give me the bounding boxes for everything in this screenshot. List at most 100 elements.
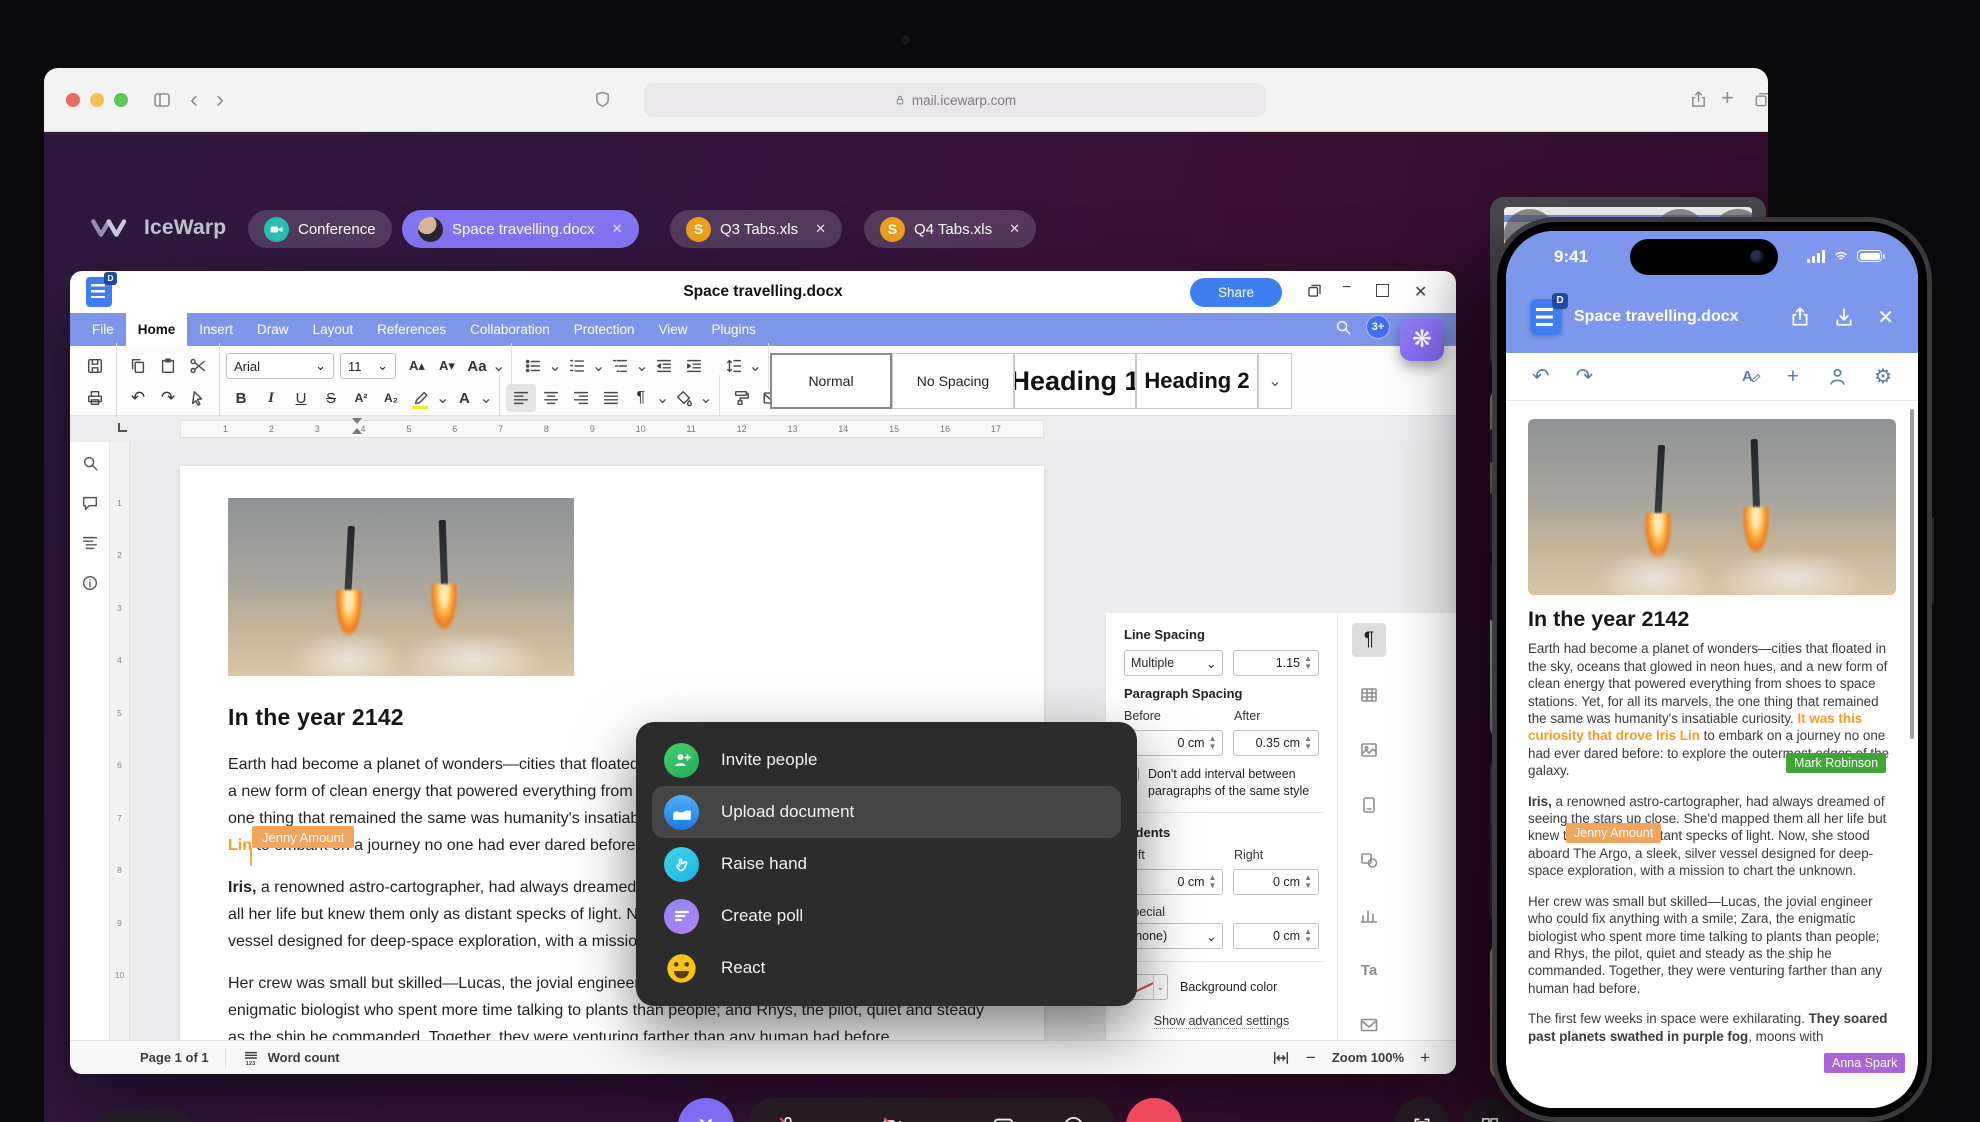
style-heading2[interactable]: Heading 2 [1136,353,1258,409]
insert-icon[interactable]: + [1787,365,1799,389]
menu-3[interactable]: Draw [245,313,301,346]
menu-1[interactable]: Home [126,313,188,346]
menu-item-upload-document[interactable]: Upload document [652,786,1121,838]
superscript-icon[interactable]: A² [346,384,376,412]
tab-overview-icon[interactable] [1753,90,1768,109]
collaborators-icon[interactable] [1827,366,1848,387]
before-spinner[interactable]: 0 cm▲▼ [1124,730,1223,756]
word-count-icon[interactable] [242,1049,260,1067]
sidebar-toggle-icon[interactable] [152,90,172,110]
line-spacing-icon[interactable] [719,352,749,380]
undo-icon[interactable]: ↶ [1532,364,1550,389]
after-spinner[interactable]: 0.35 cm▲▼ [1233,730,1319,756]
text-format-icon[interactable]: A [1742,368,1753,385]
style-normal[interactable]: Normal [770,353,892,409]
menu-2[interactable]: Insert [187,313,245,346]
indent-marker-bottom[interactable] [352,428,362,434]
format-painter-icon[interactable] [726,384,756,412]
select-icon[interactable] [183,384,213,412]
underline-icon[interactable]: U [286,384,316,412]
text-art-panel-icon[interactable]: Ta [1352,953,1386,987]
more-options-button[interactable] [1062,1115,1085,1122]
mic-options-icon[interactable]: ⌄ [826,1116,839,1122]
decrease-indent-icon[interactable] [649,352,679,380]
maximize-window-icon[interactable] [1376,284,1389,297]
paragraph-panel-icon[interactable]: ¶ [1352,623,1386,657]
line-spacing-amount[interactable]: 1.15▲▼ [1233,650,1319,676]
font-color-icon[interactable]: A [449,384,479,412]
maximize-traffic-light[interactable] [114,93,128,107]
strikethrough-icon[interactable]: S [316,384,346,412]
chat-button[interactable]: Chat ⌄ [99,1110,189,1122]
italic-icon[interactable]: I [256,384,286,412]
menu-0[interactable]: File [80,313,126,346]
align-justify-icon[interactable] [596,384,626,412]
bullet-list-icon[interactable] [518,352,548,380]
icewarp-app-icon[interactable]: ❋ [1400,317,1444,361]
style-heading1[interactable]: Heading 1 [1014,353,1136,409]
shapes-panel-icon[interactable] [1352,843,1386,877]
page-panel-icon[interactable] [1352,788,1386,822]
close-menu-button[interactable]: ✕ [678,1098,734,1122]
numbered-list-icon[interactable] [562,352,592,380]
menu-8[interactable]: View [647,313,700,346]
mute-mic-button[interactable] [777,1115,799,1122]
menu-9[interactable]: Plugins [700,313,768,346]
fit-width-icon[interactable] [1272,1049,1290,1067]
share-button[interactable]: Share [1190,278,1282,307]
menu-item-react[interactable]: React [652,942,1121,994]
undo-icon[interactable]: ↶ [123,384,153,412]
redo-icon[interactable]: ↷ [153,384,183,412]
show-advanced-settings-link[interactable]: Show advanced settings [1154,1014,1290,1029]
back-icon[interactable]: ‹ [190,88,198,112]
indent-left-spinner[interactable]: 0 cm▲▼ [1124,869,1223,895]
print-icon[interactable] [80,384,110,412]
indent-marker-top[interactable] [352,418,362,424]
bold-icon[interactable]: B [226,384,256,412]
paste-icon[interactable] [153,352,183,380]
menu-item-raise-hand[interactable]: Raise hand [652,838,1121,890]
fill-color-icon[interactable] [669,384,699,412]
close-traffic-light[interactable] [66,93,80,107]
url-bar[interactable]: mail.icewarp.com [644,83,1266,117]
share-icon[interactable] [1789,306,1811,328]
increase-indent-icon[interactable] [679,352,709,380]
align-left-icon[interactable] [506,384,536,412]
menu-5[interactable]: References [365,313,458,346]
highlight-icon[interactable] [406,384,436,412]
change-case-icon[interactable]: Aa [462,352,492,380]
comments-icon[interactable] [81,494,99,512]
about-icon[interactable] [81,574,99,592]
privacy-shield-icon[interactable] [593,90,612,109]
search-icon[interactable] [1334,318,1352,336]
menu-6[interactable]: Collaboration [458,313,562,346]
save-icon[interactable] [80,352,110,380]
chart-panel-icon[interactable] [1352,898,1386,932]
close-tab-icon[interactable]: ✕ [612,221,623,237]
table-panel-icon[interactable] [1352,678,1386,712]
tab-q3-tabs[interactable]: S Q3 Tabs.xls ✕ [670,210,842,248]
phone-scrollbar[interactable] [1910,409,1914,739]
tab-conference[interactable]: Conference [248,210,392,248]
align-center-icon[interactable] [536,384,566,412]
end-call-button[interactable] [1126,1098,1182,1122]
style-gallery-expand-icon[interactable]: ⌄ [1258,353,1292,409]
share-page-icon[interactable] [1689,90,1708,109]
line-spacing-select[interactable]: Multiple⌄ [1124,650,1223,676]
tab-space-travelling[interactable]: Space travelling.docx ✕ [402,210,639,248]
mail-panel-icon[interactable] [1352,1008,1386,1040]
zoom-out-icon[interactable]: − [1306,1048,1316,1068]
cut-icon[interactable] [183,352,213,380]
zoom-in-icon[interactable]: + [1420,1048,1430,1068]
font-family-select[interactable]: Arial⌄ [226,353,334,379]
close-window-icon[interactable]: ✕ [1414,282,1427,302]
special-select[interactable]: (none)⌄ [1124,923,1223,949]
find-icon[interactable] [81,454,99,472]
horizontal-ruler[interactable]: 1234567891011121314151617 [180,420,1044,438]
rocket-landing-photo[interactable] [228,498,574,676]
style-no-spacing[interactable]: No Spacing [892,353,1014,409]
camera-button[interactable] [881,1115,903,1122]
redo-icon[interactable]: ↷ [1576,364,1594,389]
minimize-traffic-light[interactable] [90,93,104,107]
align-right-icon[interactable] [566,384,596,412]
